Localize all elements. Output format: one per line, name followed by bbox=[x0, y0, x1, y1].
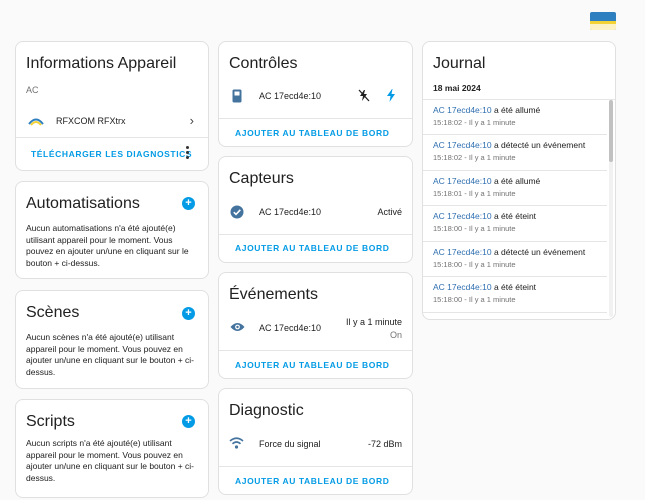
sensors-state: Activé bbox=[377, 207, 402, 217]
device-info-card: Informations Appareil AC RFXCOM RFXtrx ›… bbox=[15, 41, 209, 171]
journal-entry: AC 17ecd4e:10 a détecté un événement 15:… bbox=[433, 247, 586, 269]
diagnostic-title: Diagnostic bbox=[229, 402, 304, 419]
events-time: Il y a 1 minute bbox=[345, 317, 402, 327]
controls-title: Contrôles bbox=[229, 55, 298, 72]
sensors-title: Capteurs bbox=[229, 170, 294, 187]
rfxcom-logo bbox=[590, 12, 616, 30]
controls-add-dashboard-button[interactable]: Ajouter au tableau de bord bbox=[235, 128, 389, 138]
events-entity-label[interactable]: AC 17ecd4e:10 bbox=[259, 323, 321, 333]
journal-entry: AC 17ecd4e:10 a été éteint 15:18:00 - Il… bbox=[433, 211, 537, 233]
add-script-button[interactable]: + bbox=[182, 415, 195, 428]
integration-label: RFXCOM RFXtrx bbox=[56, 116, 126, 126]
rfxcom-icon bbox=[28, 115, 44, 127]
integration-row[interactable]: RFXCOM RFXtrx › bbox=[16, 108, 208, 136]
add-scene-button[interactable]: + bbox=[182, 307, 195, 320]
scenes-title: Scènes bbox=[26, 304, 80, 321]
eye-icon bbox=[230, 323, 245, 331]
journal-entry: AC 17ecd4e:10 a été éteint 15:18:00 - Il… bbox=[433, 282, 537, 304]
automations-card: Automatisations + Aucun automatisations … bbox=[15, 181, 209, 279]
scenes-card: Scènes + Aucun scènes n'a été ajouté(e) … bbox=[15, 290, 209, 389]
controls-card: Contrôles AC 17ecd4e:10 Ajouter au table… bbox=[218, 41, 413, 147]
check-circle-icon bbox=[230, 205, 244, 219]
sensors-entity-label[interactable]: AC 17ecd4e:10 bbox=[259, 207, 321, 217]
automations-title: Automatisations bbox=[26, 195, 140, 212]
scripts-title: Scripts bbox=[26, 413, 75, 430]
diagnostic-entity-label[interactable]: Force du signal bbox=[259, 439, 321, 449]
more-vert-icon[interactable] bbox=[186, 146, 190, 159]
scripts-card: Scripts + Aucun scripts n'a été ajouté(e… bbox=[15, 399, 209, 498]
events-card: Événements AC 17ecd4e:10 Il y a 1 minute… bbox=[218, 272, 413, 379]
flash-icon[interactable] bbox=[386, 89, 396, 102]
diagnostic-value: -72 dBm bbox=[367, 439, 402, 449]
wifi-icon bbox=[229, 437, 244, 449]
events-title: Événements bbox=[229, 286, 318, 303]
journal-entity-link[interactable]: AC 17ecd4e:10 bbox=[433, 211, 492, 221]
journal-entity-link[interactable]: AC 17ecd4e:10 bbox=[433, 105, 492, 115]
journal-card: Journal 18 mai 2024 AC 17ecd4e:10 a été … bbox=[422, 41, 616, 320]
sensors-card: Capteurs AC 17ecd4e:10 Activé Ajouter au… bbox=[218, 156, 413, 263]
journal-entry: AC 17ecd4e:10 a détecté un événement 15:… bbox=[433, 140, 586, 162]
remote-icon bbox=[232, 89, 242, 103]
device-subtitle: AC bbox=[26, 85, 39, 95]
journal-scrollbar[interactable] bbox=[609, 100, 613, 317]
journal-entry: AC 17ecd4e:10 a été allumé 15:18:02 - Il… bbox=[433, 105, 541, 127]
journal-title: Journal bbox=[433, 55, 486, 72]
journal-entity-link[interactable]: AC 17ecd4e:10 bbox=[433, 282, 492, 292]
journal-date: 18 mai 2024 bbox=[433, 83, 481, 93]
diagnostic-card: Diagnostic Force du signal -72 dBm Ajout… bbox=[218, 388, 413, 495]
sensors-add-dashboard-button[interactable]: Ajouter au tableau de bord bbox=[235, 243, 389, 253]
diagnostic-add-dashboard-button[interactable]: Ajouter au tableau de bord bbox=[235, 476, 389, 486]
add-automation-button[interactable]: + bbox=[182, 197, 195, 210]
automations-description: Aucun automatisations n'a été ajouté(e) … bbox=[26, 223, 189, 268]
controls-entity-label[interactable]: AC 17ecd4e:10 bbox=[259, 91, 321, 101]
download-diagnostics-button[interactable]: Télécharger les diagnostics bbox=[31, 149, 192, 159]
scripts-description: Aucun scripts n'a été ajouté(e) utilisan… bbox=[26, 438, 194, 483]
chevron-right-icon: › bbox=[189, 113, 194, 128]
journal-entity-link[interactable]: AC 17ecd4e:10 bbox=[433, 140, 492, 150]
events-state: On bbox=[389, 330, 402, 340]
journal-entry: AC 17ecd4e:10 a été allumé 15:18:01 - Il… bbox=[433, 176, 541, 198]
journal-scrollbar-thumb[interactable] bbox=[609, 100, 613, 162]
events-add-dashboard-button[interactable]: Ajouter au tableau de bord bbox=[235, 360, 389, 370]
journal-entity-link[interactable]: AC 17ecd4e:10 bbox=[433, 247, 492, 257]
journal-entity-link[interactable]: AC 17ecd4e:10 bbox=[433, 176, 492, 186]
device-info-title: Informations Appareil bbox=[26, 55, 177, 72]
scenes-description: Aucun scènes n'a été ajouté(e) utilisant… bbox=[26, 332, 194, 377]
flash-off-icon[interactable] bbox=[358, 89, 370, 102]
